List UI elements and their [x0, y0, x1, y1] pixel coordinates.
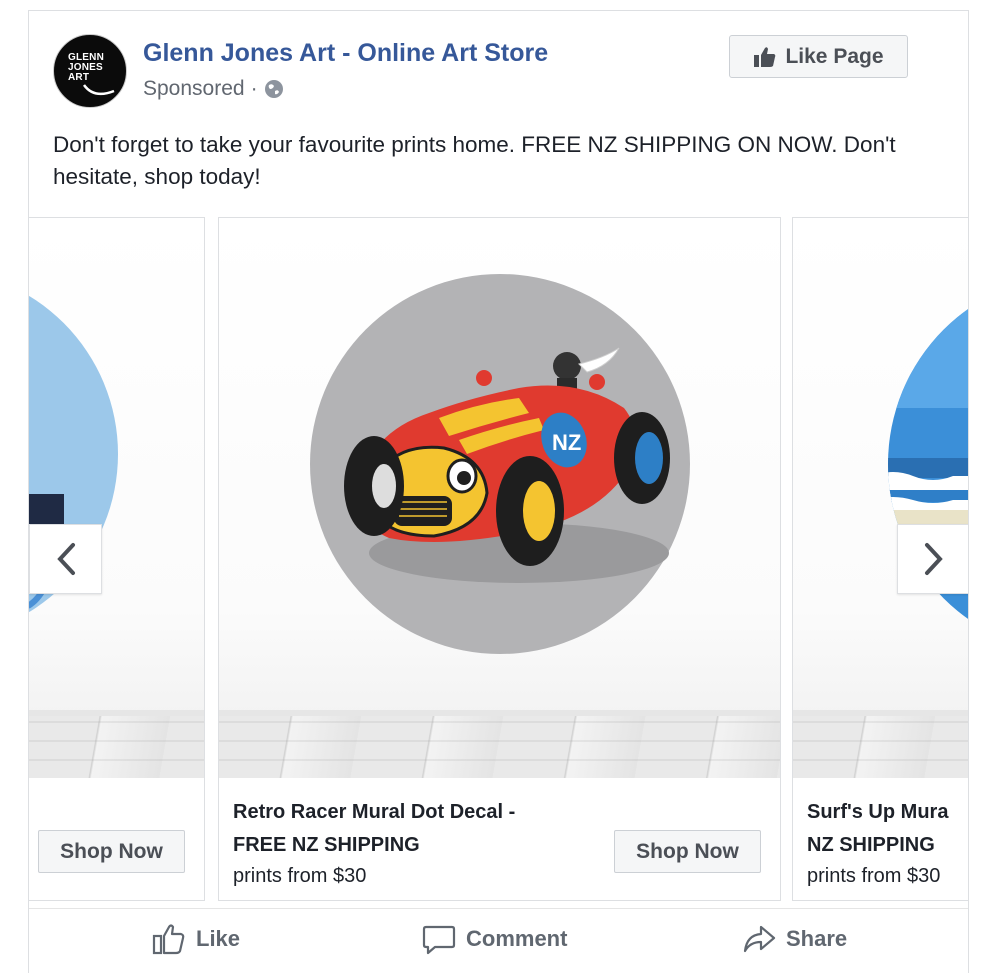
blue-circle-artwork: [29, 295, 118, 613]
like-button[interactable]: Like: [152, 923, 240, 955]
card-info: Retro Racer Mural Dot Decal - FREE NZ SH…: [219, 778, 780, 900]
wood-floor: [793, 710, 968, 778]
sponsored-text: Sponsored: [143, 77, 245, 100]
globe-icon[interactable]: [264, 79, 284, 99]
dot-separator: ·: [250, 77, 258, 100]
chevron-left-icon: [56, 543, 75, 575]
wood-floor: [29, 710, 204, 778]
avatar-swoosh-icon: [82, 84, 115, 96]
card-image: [29, 218, 204, 778]
chevron-right-icon: [924, 543, 943, 575]
page-avatar[interactable]: GLENN JONES ART: [53, 34, 127, 108]
shop-now-button[interactable]: Shop Now: [614, 830, 761, 873]
card-image: [793, 218, 968, 778]
carousel-prev-button[interactable]: [29, 524, 102, 594]
card-title[interactable]: Surf's Up Mura NZ SHIPPING: [807, 796, 968, 862]
page-name-link[interactable]: Glenn Jones Art - Online Art Store: [143, 39, 548, 68]
post-actions-bar: Like Comment Share: [29, 908, 968, 973]
card-price: prints from $30: [807, 865, 941, 887]
like-page-label: Like Page: [785, 44, 884, 68]
like-page-button[interactable]: Like Page: [729, 35, 908, 78]
card-info: Surf's Up Mura NZ SHIPPING prints from $…: [793, 778, 968, 900]
thumbs-up-outline-icon: [152, 924, 185, 955]
card-info: Shop Now: [29, 778, 204, 900]
carousel-card-current[interactable]: NZ Retro Racer Mural Dot Decal - FREE NZ…: [218, 217, 781, 901]
comment-button[interactable]: Comment: [422, 923, 567, 955]
card-title[interactable]: Retro Racer Mural Dot Decal - FREE NZ SH…: [233, 796, 593, 862]
like-label: Like: [196, 926, 241, 951]
sponsored-label: Sponsored ·: [143, 77, 284, 101]
share-button[interactable]: Share: [742, 923, 847, 955]
sponsored-post: GLENN JONES ART Glenn Jones Art - Online…: [28, 10, 969, 973]
shop-now-button[interactable]: Shop Now: [38, 830, 185, 873]
wood-floor: [219, 710, 780, 778]
card-price: prints from $30: [233, 865, 367, 887]
surf-artwork: [888, 274, 968, 654]
comment-icon: [422, 925, 456, 955]
share-label: Share: [786, 926, 848, 951]
nz-badge: NZ: [552, 430, 581, 455]
thumbs-up-icon: [754, 46, 776, 67]
retro-racer-artwork: NZ: [310, 274, 690, 654]
comment-label: Comment: [466, 926, 568, 951]
share-icon: [743, 925, 776, 953]
post-message: Don't forget to take your favourite prin…: [53, 132, 896, 189]
carousel-next-button[interactable]: [897, 524, 968, 594]
card-image: NZ: [219, 218, 780, 778]
